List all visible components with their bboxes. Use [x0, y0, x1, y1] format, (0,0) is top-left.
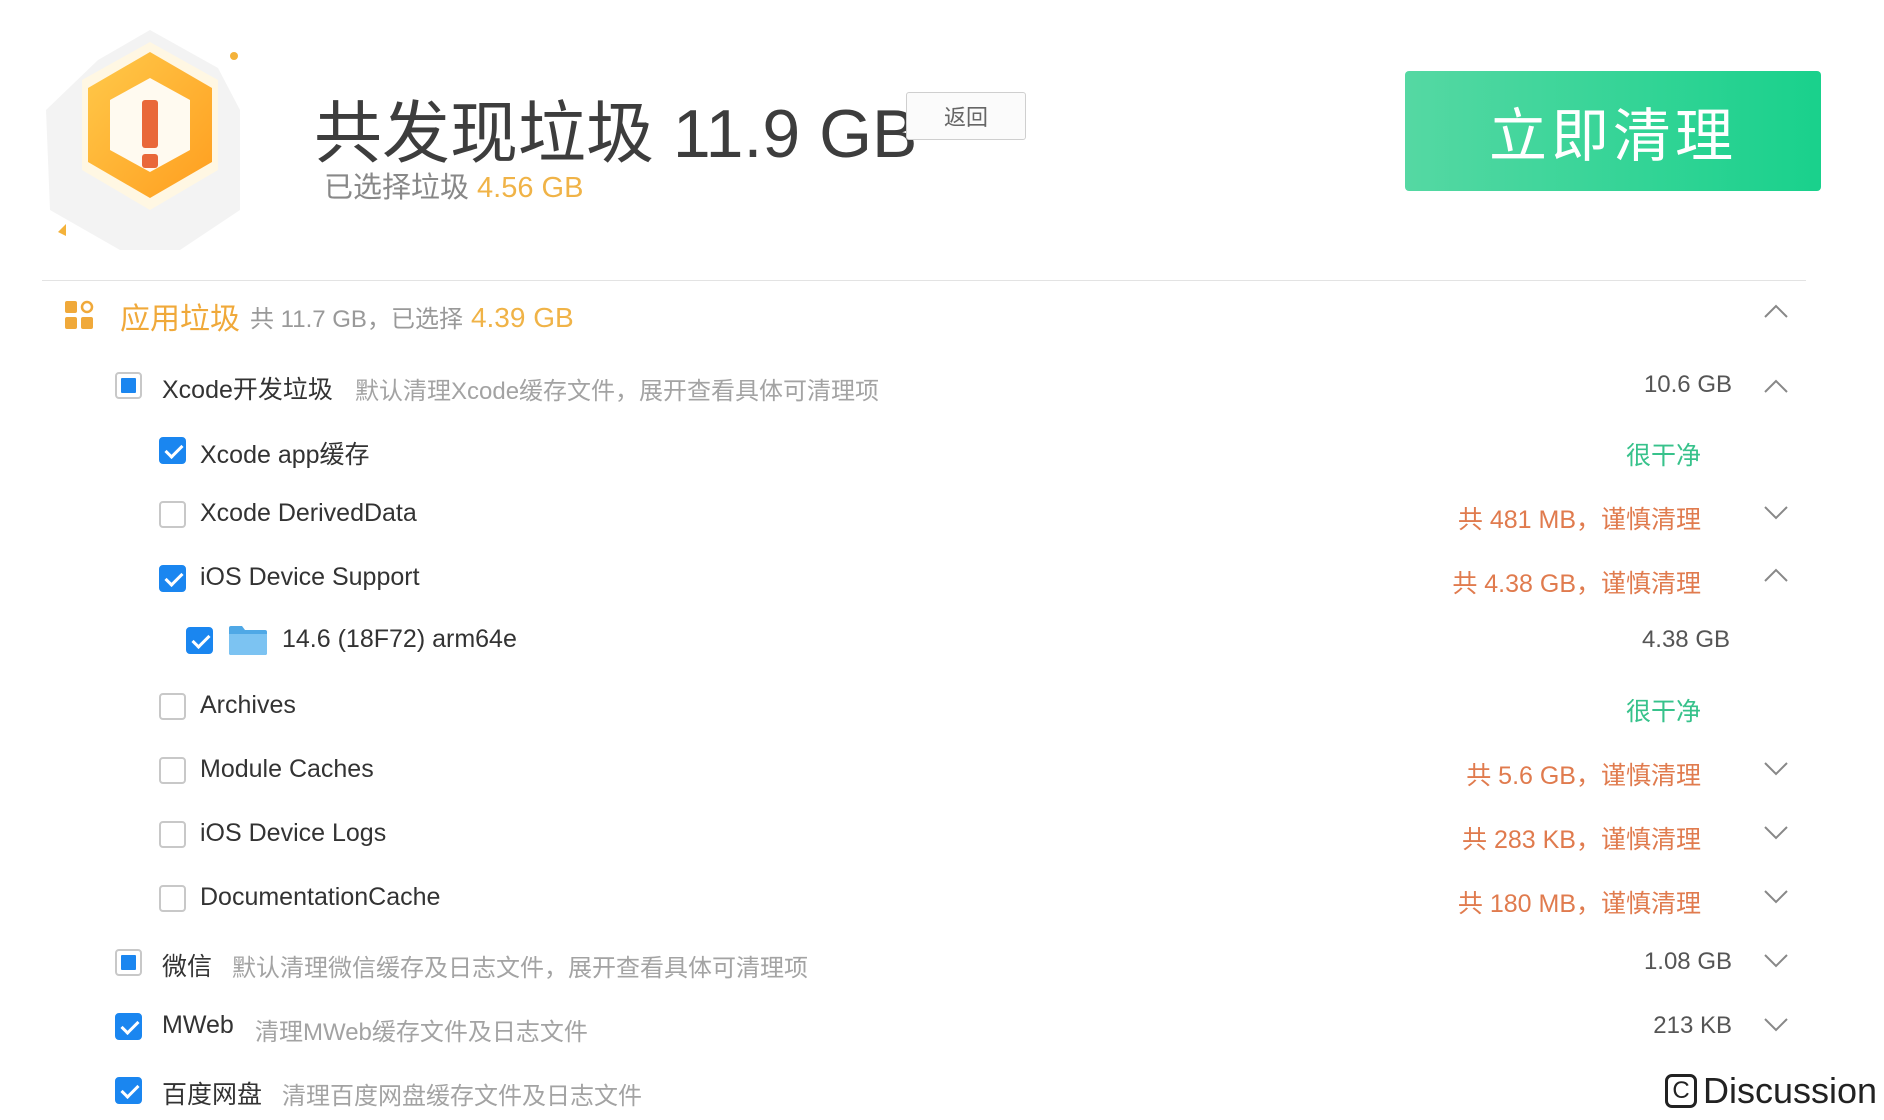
section-total-text: 共 11.7 GB，已选择: [250, 306, 463, 333]
list-item-baidu-netdisk[interactable]: 百度网盘 清理百度网盘缓存文件及日志文件: [0, 1060, 1884, 1120]
section-meta: 共 11.7 GB，已选择 4.39 GB: [250, 299, 574, 334]
list-item-wechat[interactable]: 微信 默认清理微信缓存及日志文件，展开查看具体可清理项 1.08 GB: [0, 932, 1884, 992]
item-label: Module Caches: [200, 755, 374, 783]
chevron-up-icon[interactable]: [1762, 377, 1790, 395]
checkbox-xcode-app-cache[interactable]: [159, 437, 186, 464]
chevron-down-icon[interactable]: [1762, 1016, 1790, 1034]
chevron-down-icon[interactable]: [1762, 952, 1790, 970]
chevron-down-icon[interactable]: [1762, 888, 1790, 906]
item-description: 默认清理Xcode缓存文件，展开查看具体可清理项: [355, 378, 880, 405]
item-size: 10.6 GB: [1643, 371, 1732, 398]
item-label: DocumentationCache: [200, 883, 441, 911]
page-title: 共发现垃圾 11.9 GB: [314, 96, 918, 172]
item-label: Archives: [200, 691, 296, 719]
item-label: 微信: [162, 953, 213, 981]
watermark: C Discussion: [1665, 1070, 1877, 1112]
item-status: 共 5.6 GB，谨慎清理: [1466, 762, 1701, 790]
app-grid-icon: [65, 300, 94, 329]
checkbox-device-logs[interactable]: [159, 821, 186, 848]
section-selected-amount: 4.39 GB: [470, 302, 574, 333]
list-item-device-support[interactable]: iOS Device Support 共 4.38 GB，谨慎清理: [0, 548, 1884, 608]
item-size: 1.08 GB: [1643, 948, 1732, 975]
list-item-archives[interactable]: Archives 很干净: [0, 676, 1884, 736]
item-size: 213 KB: [1653, 1012, 1732, 1039]
item-label: Xcode app缓存: [200, 441, 370, 469]
section-title: 应用垃圾: [120, 303, 240, 336]
chevron-down-icon[interactable]: [1762, 504, 1790, 522]
item-label: 14.6 (18F72) arm64e: [282, 625, 517, 653]
divider: [42, 280, 1806, 281]
item-size: 4.38 GB: [1641, 626, 1730, 653]
item-label: iOS Device Logs: [200, 819, 387, 847]
item-status: 很干净: [1625, 442, 1701, 470]
item-description: 清理MWeb缓存文件及日志文件: [255, 1019, 588, 1046]
chevron-down-icon[interactable]: [1762, 824, 1790, 842]
list-item-xcode[interactable]: Xcode开发垃圾 默认清理Xcode缓存文件，展开查看具体可清理项 10.6 …: [0, 355, 1884, 415]
list-item-device-logs[interactable]: iOS Device Logs 共 283 KB，谨慎清理: [0, 804, 1884, 864]
item-label: MWeb: [162, 1011, 234, 1039]
checkbox-mweb[interactable]: [115, 1013, 142, 1040]
section-header-app-junk[interactable]: 应用垃圾 共 11.7 GB，已选择 4.39 GB: [0, 286, 1884, 338]
item-label: Xcode DerivedData: [200, 499, 417, 527]
item-description: 清理百度网盘缓存文件及日志文件: [282, 1083, 642, 1110]
checkbox-archives[interactable]: [159, 693, 186, 720]
folder-icon: [229, 626, 267, 655]
chevron-down-icon[interactable]: [1762, 760, 1790, 778]
checkbox-device-support-version[interactable]: [186, 627, 213, 654]
selected-amount: 4.56 GB: [477, 172, 584, 204]
checkbox-documentation-cache[interactable]: [159, 885, 186, 912]
watermark-text: Discussion: [1703, 1070, 1878, 1111]
checkbox-wechat[interactable]: [115, 949, 142, 976]
checkbox-device-support[interactable]: [159, 565, 186, 592]
chevron-up-icon[interactable]: [1762, 302, 1790, 320]
selected-label: 已选择垃圾: [324, 172, 470, 204]
item-label: Xcode开发垃圾: [162, 376, 333, 404]
clean-now-button[interactable]: 立即清理: [1405, 71, 1821, 191]
checkbox-baidu-netdisk[interactable]: [115, 1077, 142, 1104]
watermark-c-icon: C: [1665, 1074, 1697, 1108]
selected-summary: 已选择垃圾 4.56 GB: [324, 164, 583, 206]
chevron-up-icon[interactable]: [1762, 566, 1790, 584]
list-item-device-support-version[interactable]: 14.6 (18F72) arm64e 4.38 GB: [0, 610, 1884, 670]
checkbox-derived-data[interactable]: [159, 501, 186, 528]
checkbox-module-caches[interactable]: [159, 757, 186, 784]
list-item-xcode-app-cache[interactable]: Xcode app缓存 很干净: [0, 420, 1884, 480]
list-item-module-caches[interactable]: Module Caches 共 5.6 GB，谨慎清理: [0, 740, 1884, 800]
back-button[interactable]: 返回: [906, 92, 1026, 140]
item-description: 默认清理微信缓存及日志文件，展开查看具体可清理项: [232, 955, 808, 982]
item-status: 很干净: [1625, 698, 1701, 726]
checkbox-xcode[interactable]: [115, 372, 142, 399]
item-label: 百度网盘: [162, 1081, 263, 1109]
item-status: 共 481 MB，谨慎清理: [1457, 506, 1701, 534]
list-item-documentation-cache[interactable]: DocumentationCache 共 180 MB，谨慎清理: [0, 868, 1884, 928]
item-status: 共 283 KB，谨慎清理: [1462, 826, 1701, 854]
item-status: 共 4.38 GB，谨慎清理: [1452, 570, 1701, 598]
warning-hexagon-icon: [46, 30, 240, 250]
list-item-mweb[interactable]: MWeb 清理MWeb缓存文件及日志文件 213 KB: [0, 996, 1884, 1056]
item-status: 共 180 MB，谨慎清理: [1457, 890, 1701, 918]
list-item-derived-data[interactable]: Xcode DerivedData 共 481 MB，谨慎清理: [0, 484, 1884, 544]
item-label: iOS Device Support: [200, 563, 420, 591]
